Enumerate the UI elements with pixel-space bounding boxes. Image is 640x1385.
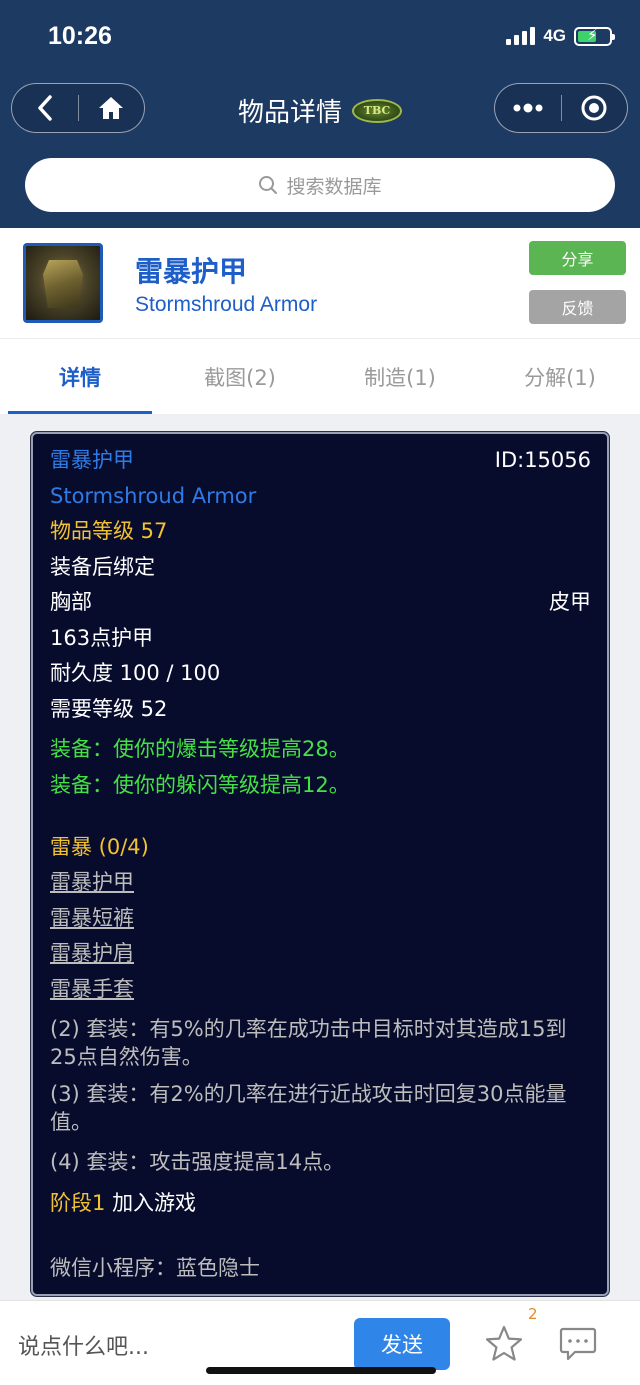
search-placeholder: 搜索数据库: [286, 175, 382, 198]
nav-right-capsule: [494, 83, 628, 133]
armor-icon: [23, 243, 103, 323]
comment-input[interactable]: 说点什么吧...: [18, 1329, 149, 1361]
tooltip-armor: 163点护甲: [50, 626, 154, 650]
favorite-button[interactable]: [484, 1324, 524, 1364]
tab-crafting[interactable]: 制造(1): [320, 339, 480, 414]
tooltip-phase: 阶段1 加入游戏: [50, 1189, 196, 1217]
tooltip-name-en: Stormshroud Armor: [50, 484, 257, 508]
favorite-count: 2: [528, 1305, 538, 1323]
page-title-text: 物品详情: [237, 98, 342, 128]
item-name-en: Stormshroud Armor: [135, 293, 318, 316]
tooltip-armor-type: 皮甲: [549, 590, 591, 614]
top-bar: 10:26 4G ⚡ 物品详情 TBC 搜索数据库: [0, 0, 640, 228]
tooltip-bind: 装备后绑定: [50, 555, 155, 579]
tooltip-slot: 胸部: [50, 590, 92, 614]
item-name-cn: 雷暴护甲: [135, 255, 248, 288]
set-item-link[interactable]: 雷暴护甲: [50, 868, 134, 896]
battery-icon: ⚡: [574, 26, 615, 46]
tooltip-equip-effect-2: 装备：使你的躲闪等级提高12。: [50, 773, 350, 797]
target-icon: [581, 95, 607, 121]
tooltip-name-cn: 雷暴护甲: [50, 448, 134, 472]
status-time: 10:26: [48, 22, 112, 50]
set-item-link[interactable]: 雷暴短裤: [50, 904, 134, 932]
tab-screenshots[interactable]: 截图(2): [160, 339, 320, 414]
search-input[interactable]: 搜索数据库: [25, 158, 615, 212]
item-header: 雷暴护甲 Stormshroud Armor 分享 反馈: [0, 228, 640, 338]
close-miniprogram-button[interactable]: [562, 84, 628, 132]
feedback-button[interactable]: 反馈: [529, 290, 626, 324]
message-icon: [559, 1327, 597, 1361]
item-tooltip: 雷暴护甲 ID:15056 Stormshroud Armor 物品等级 57 …: [31, 432, 609, 1296]
tooltip-set-bonus-3: (3) 套装：有2%的几率在进行近战攻击时回复30点能量值。: [50, 1082, 567, 1134]
share-button[interactable]: 分享: [529, 241, 626, 275]
set-item-link[interactable]: 雷暴护肩: [50, 939, 134, 967]
more-icon: [513, 103, 543, 113]
home-indicator: [206, 1367, 436, 1374]
status-indicators: 4G ⚡: [506, 26, 615, 46]
send-button[interactable]: 发送: [354, 1318, 450, 1370]
network-type: 4G: [543, 26, 566, 45]
comments-button[interactable]: [559, 1326, 597, 1362]
more-button[interactable]: [495, 84, 561, 132]
tbc-logo: TBC: [352, 98, 402, 123]
tooltip-set-bonus-4: (4) 套装：攻击强度提高14点。: [50, 1150, 345, 1174]
signal-icon: [506, 27, 536, 45]
tab-bar: 详情 截图(2) 制造(1) 分解(1): [0, 338, 640, 414]
tooltip-durability: 耐久度 100 / 100: [50, 661, 221, 685]
tooltip-equip-effect-1: 装备：使你的爆击等级提高28。: [50, 737, 350, 761]
tab-disenchant[interactable]: 分解(1): [480, 339, 640, 414]
tooltip-phase-label: 阶段1: [50, 1191, 106, 1215]
search-icon: [259, 176, 278, 194]
tooltip-footer: 微信小程序：蓝色隐士: [50, 1256, 260, 1280]
tooltip-set-bonus-2: (2) 套装：有5%的几率在成功击中目标时对其造成15到25点自然伤害。: [50, 1017, 567, 1069]
tooltip-phase-text: 加入游戏: [112, 1191, 197, 1215]
tooltip-set-name: 雷暴 (0/4): [50, 835, 149, 859]
set-item-link[interactable]: 雷暴手套: [50, 975, 134, 1003]
tooltip-item-level: 物品等级 57: [50, 519, 168, 543]
tab-details[interactable]: 详情: [0, 339, 160, 414]
tooltip-req-level: 需要等级 52: [50, 697, 168, 721]
star-icon: [485, 1325, 523, 1361]
tooltip-item-id: ID:15056: [494, 448, 591, 472]
